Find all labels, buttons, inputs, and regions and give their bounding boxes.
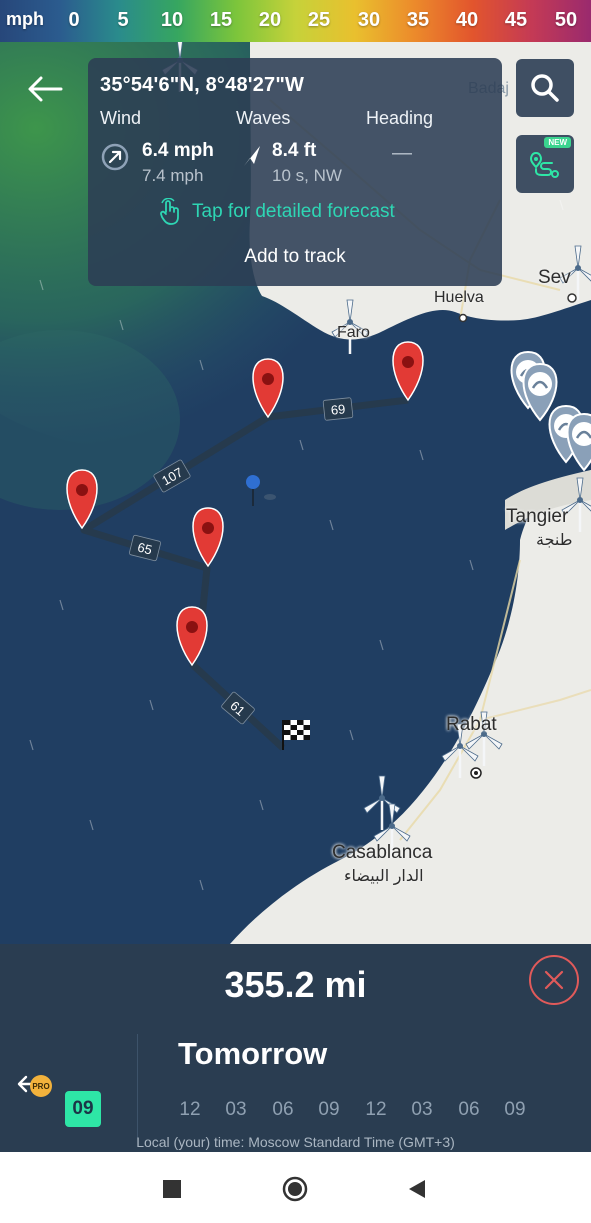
wind-direction-icon <box>101 143 129 171</box>
wave-height: 8.4 ft <box>272 140 317 161</box>
timeline-day-label: Tomorrow <box>178 1036 328 1071</box>
new-badge: NEW <box>544 137 571 148</box>
timeline-hour[interactable]: 12 <box>365 1099 386 1121</box>
route-planner-icon <box>529 151 559 178</box>
search-button[interactable] <box>516 59 574 117</box>
wind-gust: 7.4 mph <box>142 166 204 185</box>
close-route-button[interactable] <box>529 955 579 1005</box>
timeline-hour[interactable]: 06 <box>458 1099 479 1121</box>
timeline-hour[interactable]: 03 <box>225 1099 246 1121</box>
point-info-card: 35°54'6"N, 8°48'27"W Wind Waves Heading … <box>88 58 502 286</box>
arrow-left-icon <box>28 76 63 102</box>
add-to-track-button[interactable]: Add to track <box>88 246 502 268</box>
app-root: mph 0 5 10 15 20 25 30 35 40 45 50 107 6… <box>0 0 591 1223</box>
route-planner-button[interactable]: NEW <box>516 135 574 193</box>
place-label-casablanca: Casablanca <box>332 842 433 863</box>
legend-tick: 25 <box>307 9 331 31</box>
legend-tick: 30 <box>357 9 381 31</box>
search-icon <box>531 74 559 102</box>
home-button[interactable] <box>280 1174 310 1204</box>
heading-label: Heading <box>366 108 434 128</box>
place-label-tangier: Tangier <box>506 506 569 527</box>
legend-tick: 35 <box>406 9 430 31</box>
wave-direction-icon <box>244 146 260 166</box>
square-icon <box>163 1180 181 1198</box>
legend-unit: mph <box>6 9 44 29</box>
legend-tick: 50 <box>554 9 578 31</box>
coordinates: 35°54'6"N, 8°48'27"W <box>100 74 305 96</box>
legend-tick: 45 <box>504 9 528 31</box>
triangle-back-icon <box>409 1180 425 1198</box>
timeline-hour[interactable]: 09 <box>318 1099 339 1121</box>
back-nav-button[interactable] <box>402 1174 432 1204</box>
timeline-back-pro-button[interactable]: PRO <box>16 1070 56 1102</box>
timeline-hour[interactable]: 06 <box>272 1099 293 1121</box>
place-label-faro: Faro <box>337 324 370 341</box>
legend-tick: 10 <box>160 9 184 31</box>
timezone-note: Local (your) time: Moscow Standard Time … <box>136 1134 455 1150</box>
place-label-rabat: Rabat <box>446 714 497 735</box>
detailed-forecast-link[interactable]: Tap for detailed forecast <box>156 198 395 226</box>
heading-value: — <box>392 142 412 164</box>
legend-tick: 15 <box>209 9 233 31</box>
pro-badge: PRO <box>30 1075 52 1097</box>
timeline-divider <box>137 1034 138 1138</box>
wind-speed-legend: mph 0 5 10 15 20 25 30 35 40 45 50 <box>0 0 591 42</box>
wind-label: Wind <box>100 108 142 128</box>
timeline-hour-selected[interactable]: 09 <box>65 1091 101 1127</box>
place-label-tangier-arabic: طنجة <box>536 532 573 549</box>
place-label-casablanca-arabic: الدار البيضاء <box>344 868 424 885</box>
recents-button[interactable] <box>157 1174 187 1204</box>
place-label-huelva: Huelva <box>434 289 484 306</box>
segment-label-69: 69 <box>330 401 346 417</box>
waves-label: Waves <box>236 108 291 128</box>
legend-tick: 5 <box>117 9 129 31</box>
timeline-hour[interactable]: 12 <box>179 1099 200 1121</box>
circle-icon <box>282 1176 308 1202</box>
close-icon <box>544 970 564 990</box>
detailed-forecast-text: Tap for detailed forecast <box>192 201 395 222</box>
timeline-hour[interactable]: 03 <box>411 1099 432 1121</box>
route-distance: 355.2 mi <box>224 964 367 1005</box>
legend-tick: 40 <box>455 9 479 31</box>
legend-tick: 20 <box>258 9 282 31</box>
route-summary-panel: 355.2 mi Tomorrow PRO 09 12 03 06 09 12 … <box>0 944 591 1152</box>
system-nav-bar <box>0 1152 591 1223</box>
legend-tick: 0 <box>68 9 80 31</box>
place-label-sevilla: Sev <box>538 267 571 288</box>
hand-tap-icon <box>160 198 179 225</box>
wave-period-direction: 10 s, NW <box>272 166 342 185</box>
wind-speed: 6.4 mph <box>142 140 214 161</box>
timeline-hour[interactable]: 09 <box>504 1099 525 1121</box>
back-button[interactable] <box>24 70 66 108</box>
